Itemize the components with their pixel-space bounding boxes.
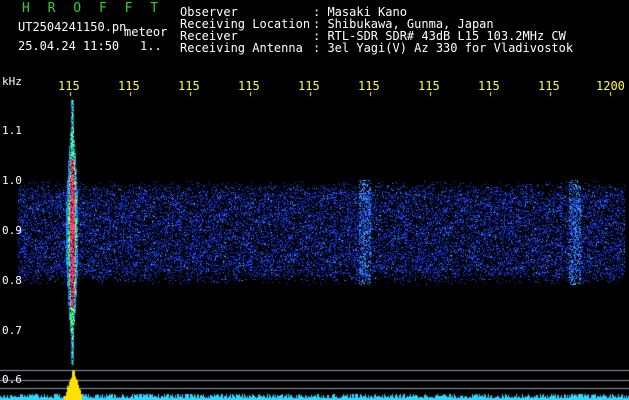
- value-antenna: : 3el Yagi(V) Az 330 for Vladivostok: [313, 41, 574, 55]
- freq-tick: 1.0: [2, 174, 22, 187]
- time-tick: 1200: [596, 79, 625, 93]
- time-tick: 115: [58, 79, 80, 93]
- waterfall-spectrogram: [0, 0, 629, 400]
- time-tick: 115: [298, 79, 320, 93]
- time-tick: 115: [238, 79, 260, 93]
- freq-tick: 1.1: [2, 124, 22, 137]
- file-name: UT2504241150.pn: [18, 20, 127, 34]
- time-tick: 115: [358, 79, 380, 93]
- event-tag: meteor: [124, 25, 168, 39]
- time-tick: 115: [538, 79, 560, 93]
- time-tick: 115: [418, 79, 440, 93]
- brand-title: H R O F F T: [22, 1, 164, 16]
- freq-tick: 0.7: [2, 324, 22, 337]
- time-tick: 115: [118, 79, 140, 93]
- freq-tick: 0.6: [2, 373, 22, 386]
- freq-tick: 0.8: [2, 274, 22, 287]
- extra-label: 1..: [140, 39, 162, 53]
- y-axis-unit: kHz: [2, 75, 22, 88]
- freq-tick: 0.9: [2, 224, 22, 237]
- time-tick: 115: [478, 79, 500, 93]
- label-antenna: Receiving Antenna: [180, 41, 303, 55]
- timestamp: 25.04.24 11:50: [18, 39, 120, 53]
- time-tick: 115: [178, 79, 200, 93]
